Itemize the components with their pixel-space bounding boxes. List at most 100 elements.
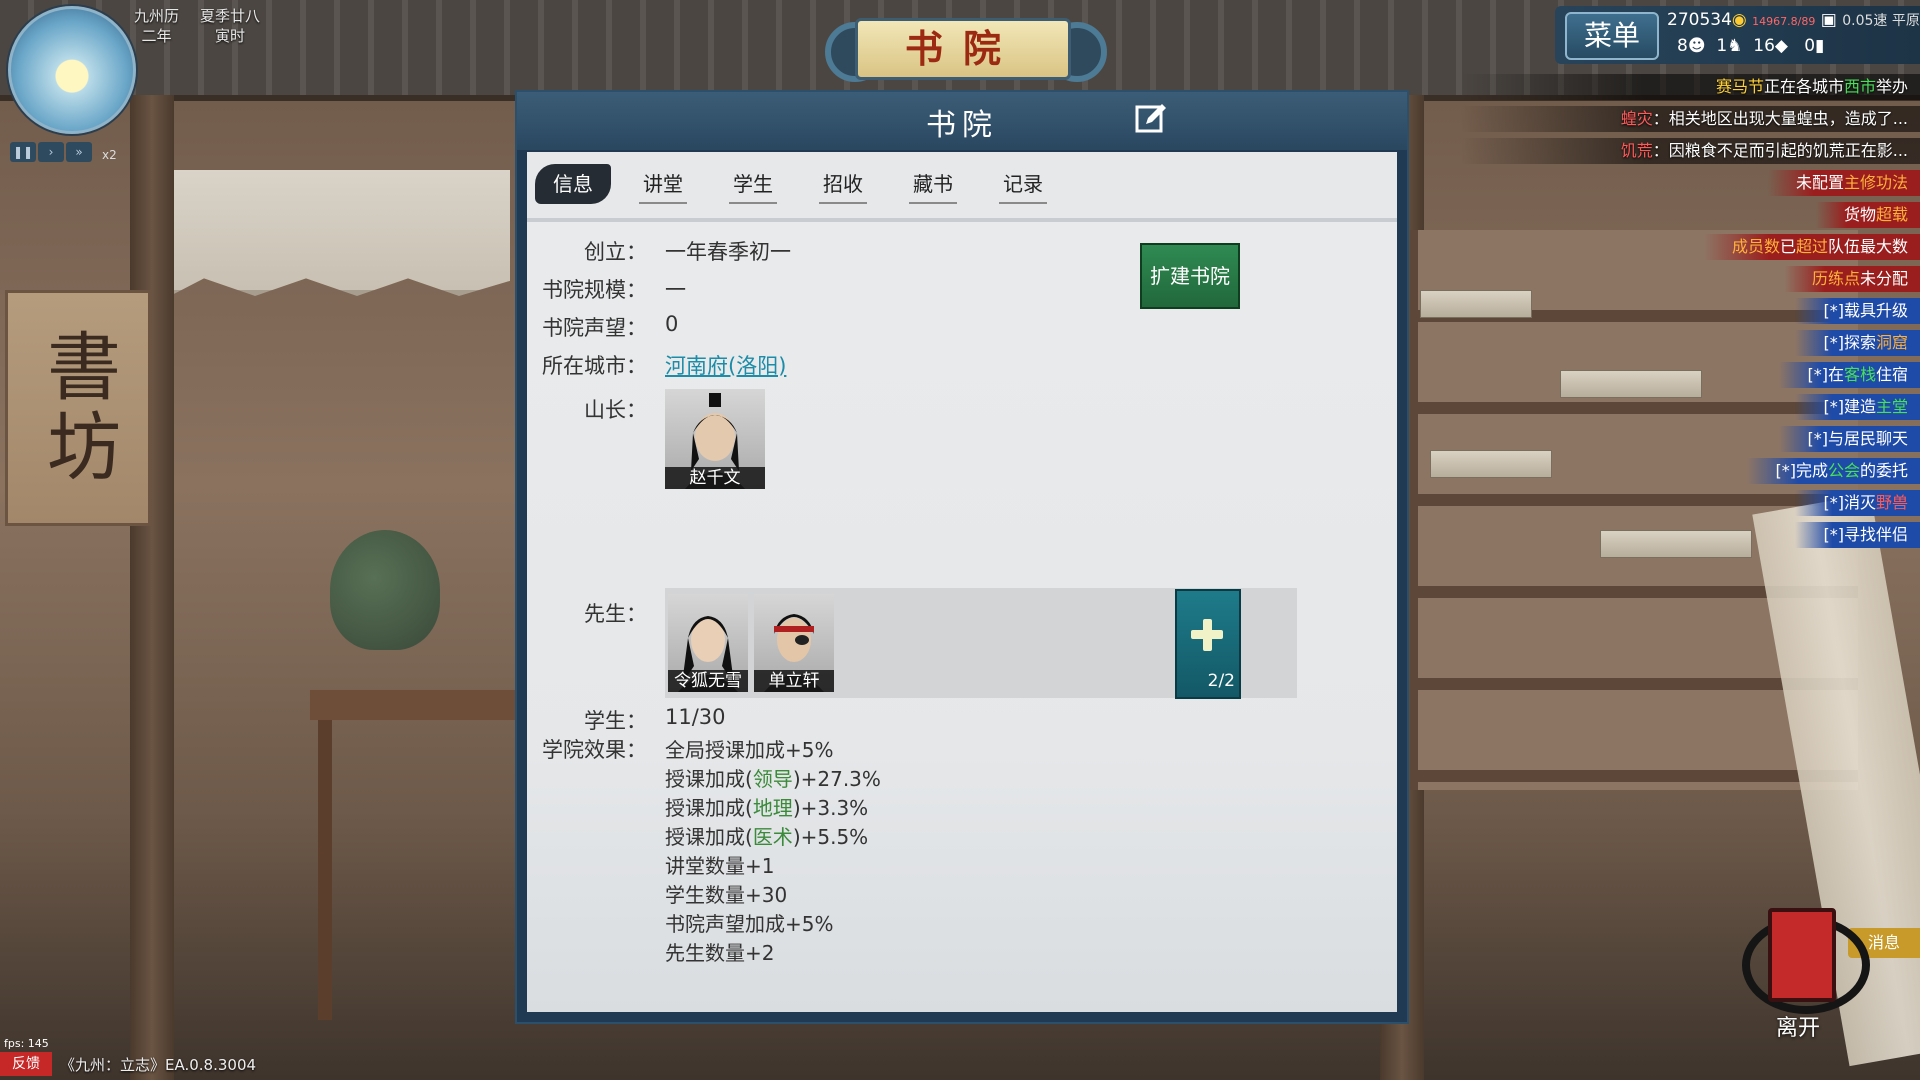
speed-multiplier: x2 <box>102 148 117 162</box>
task-text: [*] <box>1823 525 1844 544</box>
tab-library[interactable]: 藏书 <box>895 164 971 204</box>
effect-item: 学生数量+30 <box>665 883 788 907</box>
effect-skill: 领导 <box>752 767 793 791</box>
warning-item[interactable]: 历练点未分配 <box>1783 266 1920 292</box>
expand-academy-button[interactable]: 扩建书院 <box>1140 243 1240 309</box>
tab-info[interactable]: 信息 <box>535 164 611 204</box>
reputation-label: 书院声望： <box>542 316 647 340</box>
time-speed-controls: ❚❚ › » <box>10 142 92 162</box>
cart-icon: ▣ <box>1820 10 1837 30</box>
task-item[interactable]: [*]完成公会的委托 <box>1747 458 1920 484</box>
tab-bar: 信息 讲堂 学生 招收 藏书 记录 <box>527 152 1397 222</box>
warning-keyword: 历练点 <box>1811 269 1860 288</box>
moon-phase-icon <box>8 6 136 134</box>
feedback-button[interactable]: 反馈 <box>0 1052 52 1076</box>
task-item[interactable]: [*]载具升级 <box>1795 298 1920 324</box>
coin-icon: ◉ <box>1731 10 1747 30</box>
pause-icon[interactable]: ❚❚ <box>10 142 36 162</box>
city-link[interactable]: 河南府(洛阳) <box>665 350 786 380</box>
leave-button[interactable]: 离开 <box>1738 908 1870 1048</box>
scale-value: 一 <box>665 278 686 302</box>
tab-records[interactable]: 记录 <box>985 164 1061 204</box>
fast-forward-icon[interactable]: » <box>66 142 92 162</box>
notification-keyword: 赛马节 <box>1715 77 1764 96</box>
teacher-portrait[interactable]: 令狐无雪 <box>668 594 748 692</box>
calendar-year-block: 九州历 二年 <box>134 6 179 46</box>
teacher-slot-count: 2/2 <box>1207 671 1235 691</box>
task-item[interactable]: [*]与居民聊天 <box>1779 426 1920 452</box>
warning-item[interactable]: 未配置主修功法 <box>1767 170 1920 196</box>
teachers-label: 先生： <box>584 602 647 626</box>
version-text: 《九州：立志》EA.0.8.3004 <box>60 1056 257 1074</box>
task-item[interactable]: [*]建造主堂 <box>1795 394 1920 420</box>
effect-item: 先生数量+2 <box>665 941 775 965</box>
panel-title: 书院 <box>926 108 998 143</box>
warning-text: 已 <box>1779 237 1796 256</box>
head-portrait[interactable]: 赵千文 <box>665 389 765 489</box>
calendar-hour: 寅时 <box>215 27 246 45</box>
task-text: [*] <box>1823 333 1844 352</box>
calendar-day-block: 夏季廿八 寅时 <box>200 6 260 46</box>
task-item[interactable]: [*]在客栈住宿 <box>1779 362 1920 388</box>
menu-button[interactable]: 菜单 <box>1565 12 1659 60</box>
shop-sign: 書坊 <box>5 290 151 526</box>
task-item[interactable]: [*]探索洞窟 <box>1795 330 1920 356</box>
tab-recruit[interactable]: 招收 <box>805 164 881 204</box>
teacher-portrait[interactable]: 单立轩 <box>754 594 834 692</box>
edit-icon[interactable] <box>1134 102 1168 136</box>
warning-text: 队伍最大数 <box>1827 237 1908 256</box>
effect-text: 授课加成( <box>665 767 753 791</box>
tab-lecture-hall[interactable]: 讲堂 <box>625 164 701 204</box>
city-label: 所在城市： <box>542 354 647 378</box>
calendar-region: 九州历 <box>134 7 180 25</box>
fps-counter: fps: 145 <box>4 1037 49 1050</box>
bonsai-tree <box>330 530 440 650</box>
item-count: 0 <box>1804 36 1816 56</box>
money-row: 270534◉ 14967.8/89 ▣ 0.05速 平原 <box>1667 10 1920 30</box>
effect-item: 讲堂数量+1 <box>665 854 775 878</box>
notification-text: 正在各城市 <box>1763 77 1844 96</box>
task-text: [*] <box>1823 397 1844 416</box>
task-text: [*] <box>1823 493 1844 512</box>
warning-item[interactable]: 货物超载 <box>1815 202 1920 228</box>
effect-item: 书院声望加成+5% <box>665 912 834 936</box>
founded-value: 一年春季初一 <box>665 240 791 264</box>
warning-keyword: 超过 <box>1795 237 1828 256</box>
add-teacher-button[interactable]: 2/2 <box>1175 589 1241 699</box>
task-keyword: 主堂 <box>1875 397 1908 416</box>
notification-text: ：相关地区出现大量蝗虫，造成了... <box>1652 109 1908 128</box>
weight-value: 14967.8/89 <box>1752 15 1816 28</box>
effects-label: 学院效果： <box>542 738 647 762</box>
teacher-name: 令狐无雪 <box>668 670 748 692</box>
task-text: 聊天 <box>1875 429 1908 448</box>
task-text: 伴侣 <box>1875 525 1908 544</box>
warning-keyword: 超载 <box>1875 205 1908 224</box>
notification-item[interactable]: 蝗灾：相关地区出现大量蝗虫，造成了... <box>1460 106 1920 132</box>
warning-item[interactable]: 成员数已超过队伍最大数 <box>1703 234 1920 260</box>
play-icon[interactable]: › <box>38 142 64 162</box>
teacher-name: 单立轩 <box>754 670 834 692</box>
food-icon: ◆ <box>1774 36 1788 56</box>
task-keyword: 客栈 <box>1843 365 1876 384</box>
reputation-value: 0 <box>665 312 679 336</box>
notification-item[interactable]: 赛马节正在各城市西市举办 <box>1460 74 1920 100</box>
task-item[interactable]: [*]消灭野兽 <box>1795 490 1920 516</box>
panel-body: 信息 讲堂 学生 招收 藏书 记录 创立： 一年春季初一 书院规模： 一 书院声… <box>527 152 1397 1012</box>
food-count: 16 <box>1753 36 1775 56</box>
task-text: 建造 <box>1843 397 1876 416</box>
calendar-widget: 九州历 二年 夏季廿八 寅时 ❚❚ › » x2 <box>0 0 340 170</box>
tab-students[interactable]: 学生 <box>715 164 791 204</box>
head-label: 山长： <box>584 398 647 422</box>
leave-label: 离开 <box>1775 1016 1820 1041</box>
task-item[interactable]: [*]寻找伴侣 <box>1795 522 1920 548</box>
effect-skill: 地理 <box>752 796 793 820</box>
banner-title: 书院 <box>855 18 1071 80</box>
warning-text: 未配置 <box>1795 173 1844 192</box>
task-text: [*] <box>1823 301 1844 320</box>
task-text: 升级 <box>1875 301 1908 320</box>
panel-header: 书院 <box>517 92 1407 150</box>
notification-item[interactable]: 饥荒：因粮食不足而引起的饥荒正在影... <box>1460 138 1920 164</box>
task-text: 载具 <box>1843 301 1876 320</box>
task-text: 探索 <box>1843 333 1876 352</box>
money-value: 270534 <box>1667 10 1732 30</box>
